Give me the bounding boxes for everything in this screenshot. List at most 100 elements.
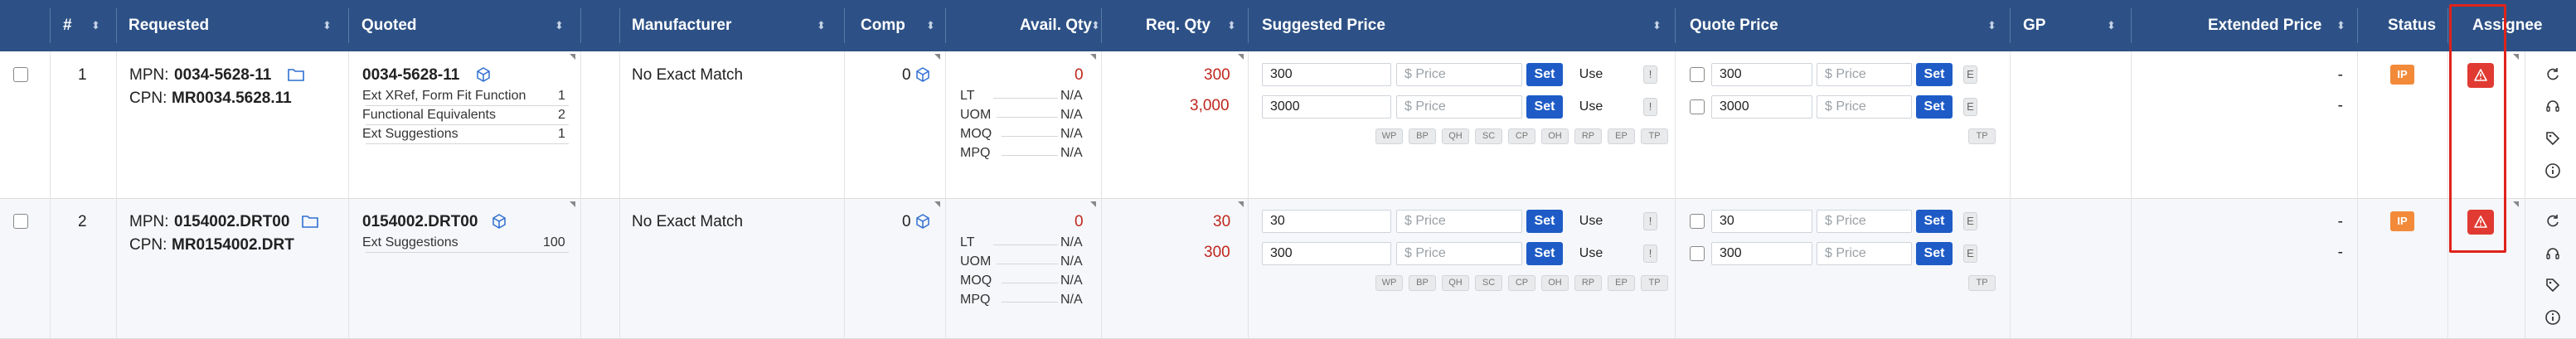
header-status[interactable]: Status bbox=[2388, 0, 2436, 51]
use-button[interactable]: Use bbox=[1573, 63, 1609, 86]
sort-icon[interactable]: ⬍ bbox=[323, 0, 332, 51]
quote-line-checkbox[interactable] bbox=[1690, 214, 1705, 229]
quote-qty-input[interactable]: 300 bbox=[1711, 242, 1812, 265]
set-button[interactable]: Set bbox=[1526, 95, 1563, 119]
row-select-checkbox[interactable] bbox=[13, 67, 28, 82]
suggested-qty-input[interactable]: 300 bbox=[1262, 63, 1391, 86]
price-source-tag[interactable]: CP bbox=[1508, 275, 1535, 291]
sort-icon[interactable]: ⬍ bbox=[2336, 0, 2346, 51]
price-source-tag[interactable]: WP bbox=[1375, 128, 1403, 144]
quote-price-input[interactable]: $ Price bbox=[1817, 63, 1912, 86]
suggested-price-input[interactable]: $ Price bbox=[1396, 242, 1522, 265]
quote-line-checkbox[interactable] bbox=[1690, 246, 1705, 261]
price-source-tag[interactable]: BP bbox=[1409, 128, 1436, 144]
refresh-icon[interactable] bbox=[2544, 213, 2561, 234]
set-button[interactable]: Set bbox=[1916, 242, 1953, 265]
header-avail-qty[interactable]: Avail. Qty bbox=[1020, 0, 1092, 51]
edit-tag[interactable]: E bbox=[1963, 245, 1977, 263]
price-source-tag[interactable]: OH bbox=[1541, 275, 1569, 291]
use-button[interactable]: Use bbox=[1573, 95, 1609, 119]
set-button[interactable]: Set bbox=[1916, 210, 1953, 233]
header-requested[interactable]: Requested bbox=[129, 0, 209, 51]
sort-icon[interactable]: ⬍ bbox=[926, 0, 935, 51]
sort-icon[interactable]: ⬍ bbox=[555, 0, 564, 51]
price-source-tag[interactable]: OH bbox=[1541, 128, 1569, 144]
header-quote-price[interactable]: Quote Price bbox=[1690, 0, 1778, 51]
price-source-tag[interactable]: RP bbox=[1574, 275, 1602, 291]
price-source-tag[interactable]: TP bbox=[1968, 128, 1996, 144]
suggested-qty-input[interactable]: 30 bbox=[1262, 210, 1391, 233]
avail-qty-value[interactable]: 0 bbox=[1075, 66, 1084, 85]
tag-icon[interactable] bbox=[2544, 130, 2561, 151]
headset-icon[interactable] bbox=[2544, 98, 2561, 119]
price-source-tag[interactable]: SC bbox=[1475, 128, 1502, 144]
refresh-icon[interactable] bbox=[2544, 66, 2561, 87]
use-button[interactable]: Use bbox=[1573, 242, 1609, 265]
suggested-qty-input[interactable]: 300 bbox=[1262, 242, 1391, 265]
set-button[interactable]: Set bbox=[1526, 63, 1563, 86]
tag-icon[interactable] bbox=[2544, 277, 2561, 298]
suggested-price-input[interactable]: $ Price bbox=[1396, 63, 1522, 86]
price-source-tag[interactable]: WP bbox=[1375, 275, 1403, 291]
use-button[interactable]: Use bbox=[1573, 210, 1609, 233]
cube-icon[interactable] bbox=[915, 214, 930, 233]
suggested-price-input[interactable]: $ Price bbox=[1396, 210, 1522, 233]
set-button[interactable]: Set bbox=[1526, 210, 1563, 233]
price-source-tag[interactable]: QH bbox=[1442, 275, 1469, 291]
warning-icon[interactable]: ! bbox=[1643, 212, 1657, 230]
mpn-value[interactable]: 0034-5628-11 bbox=[174, 66, 271, 85]
quote-qty-input[interactable]: 3000 bbox=[1711, 95, 1812, 119]
header-comp[interactable]: Comp bbox=[861, 0, 905, 51]
header-extended-price[interactable]: Extended Price bbox=[2208, 0, 2321, 51]
warning-icon[interactable]: ! bbox=[1643, 65, 1657, 84]
sort-icon[interactable]: ⬍ bbox=[1227, 0, 1236, 51]
status-badge[interactable]: IP bbox=[2390, 211, 2414, 231]
quoted-part-number[interactable]: 0034-5628-11 bbox=[362, 66, 459, 85]
header-quoted[interactable]: Quoted bbox=[361, 0, 417, 51]
suggested-price-input[interactable]: $ Price bbox=[1396, 95, 1522, 119]
warning-icon[interactable]: ! bbox=[1643, 98, 1657, 116]
edit-tag[interactable]: E bbox=[1963, 98, 1977, 116]
price-source-tag[interactable]: CP bbox=[1508, 128, 1535, 144]
header-gp[interactable]: GP bbox=[2023, 0, 2045, 51]
quote-price-input[interactable]: $ Price bbox=[1817, 210, 1912, 233]
folder-icon[interactable] bbox=[302, 214, 318, 232]
headset-icon[interactable] bbox=[2544, 245, 2561, 266]
quote-qty-input[interactable]: 300 bbox=[1711, 63, 1812, 86]
status-badge[interactable]: IP bbox=[2390, 65, 2414, 85]
sort-icon[interactable]: ⬍ bbox=[1652, 0, 1662, 51]
header-req-qty[interactable]: Req. Qty bbox=[1146, 0, 1210, 51]
quoted-item-label[interactable]: Ext Suggestions bbox=[362, 235, 458, 250]
price-source-tag[interactable]: EP bbox=[1608, 128, 1635, 144]
price-source-tag[interactable]: TP bbox=[1641, 275, 1668, 291]
req-qty-value[interactable]: 300 bbox=[1204, 244, 1230, 262]
quote-price-input[interactable]: $ Price bbox=[1817, 95, 1912, 119]
sort-icon[interactable]: ⬍ bbox=[2107, 0, 2116, 51]
set-button[interactable]: Set bbox=[1916, 95, 1953, 119]
sort-icon[interactable]: ⬍ bbox=[91, 0, 100, 51]
edit-tag[interactable]: E bbox=[1963, 65, 1977, 84]
req-qty-value[interactable]: 3,000 bbox=[1190, 97, 1230, 115]
price-source-tag[interactable]: BP bbox=[1409, 275, 1436, 291]
cube-icon[interactable] bbox=[476, 67, 491, 86]
suggested-qty-input[interactable]: 3000 bbox=[1262, 95, 1391, 119]
folder-icon[interactable] bbox=[288, 67, 304, 85]
quote-line-checkbox[interactable] bbox=[1690, 99, 1705, 114]
row-select-checkbox[interactable] bbox=[13, 214, 28, 229]
info-icon[interactable] bbox=[2544, 309, 2561, 330]
cube-icon[interactable] bbox=[915, 67, 930, 86]
header-manufacturer[interactable]: Manufacturer bbox=[632, 0, 731, 51]
quote-price-input[interactable]: $ Price bbox=[1817, 242, 1912, 265]
header-suggested-price[interactable]: Suggested Price bbox=[1262, 0, 1385, 51]
price-source-tag[interactable]: EP bbox=[1608, 275, 1635, 291]
price-source-tag[interactable]: QH bbox=[1442, 128, 1469, 144]
cube-icon[interactable] bbox=[492, 214, 507, 233]
quoted-item-label[interactable]: Functional Equivalents bbox=[362, 108, 496, 123]
quoted-item-label[interactable]: Ext Suggestions bbox=[362, 127, 458, 142]
price-source-tag[interactable]: RP bbox=[1574, 128, 1602, 144]
mpn-value[interactable]: 0154002.DRT00 bbox=[174, 213, 289, 231]
sort-icon[interactable]: ⬍ bbox=[1987, 0, 1996, 51]
quote-qty-input[interactable]: 30 bbox=[1711, 210, 1812, 233]
quoted-item-label[interactable]: Ext XRef, Form Fit Function bbox=[362, 89, 526, 104]
edit-tag[interactable]: E bbox=[1963, 212, 1977, 230]
